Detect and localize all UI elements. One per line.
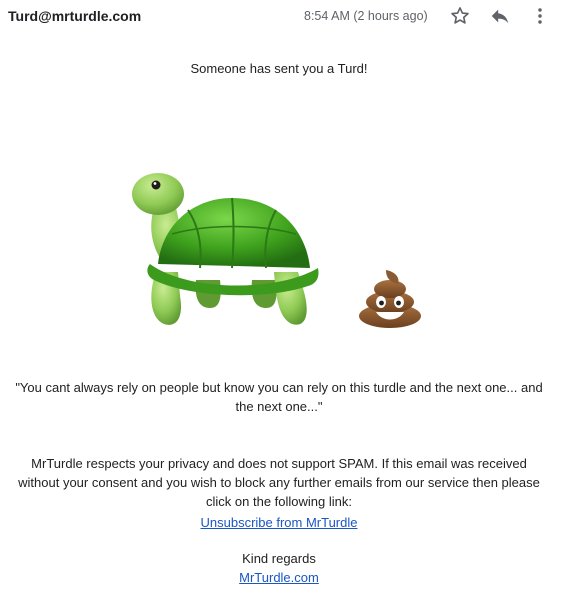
site-link[interactable]: MrTurdle.com <box>239 570 319 585</box>
quote-text: "You cant always rely on people but know… <box>15 380 543 414</box>
email-body: Someone has sent you a Turd! "You cant a… <box>0 0 564 595</box>
unsubscribe-link[interactable]: Unsubscribe from MrTurdle <box>200 515 357 530</box>
site-link-container: MrTurdle.com <box>0 568 558 587</box>
unsubscribe-container: Unsubscribe from MrTurdle <box>0 513 558 532</box>
turtle-image <box>132 173 319 325</box>
privacy-notice: MrTurdle respects your privacy and does … <box>18 456 540 509</box>
poop-emoji-image <box>359 270 421 328</box>
message-title: Someone has sent you a Turd! <box>190 61 368 76</box>
closing-text: Kind regards <box>242 551 316 566</box>
